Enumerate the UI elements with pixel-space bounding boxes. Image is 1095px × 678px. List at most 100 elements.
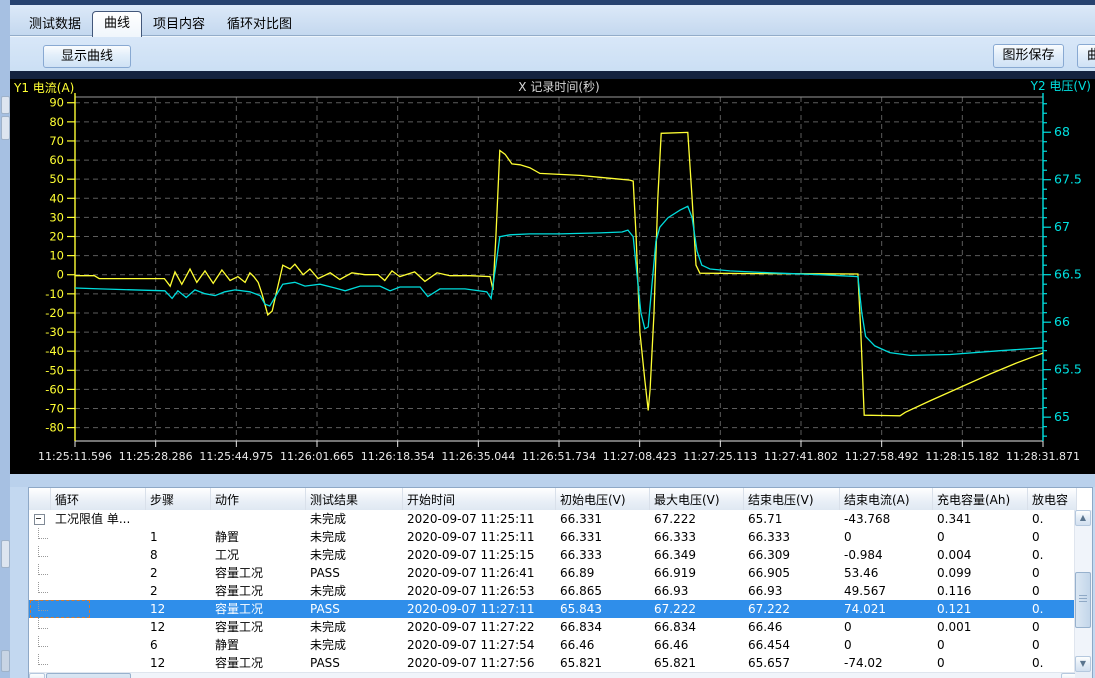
cell-i_end: 0	[840, 618, 933, 636]
column-header-5[interactable]: 开始时间	[403, 488, 556, 510]
column-header-6[interactable]: 初始电压(V)	[556, 488, 650, 510]
cell-chg: 0.121	[933, 600, 1028, 618]
x-axis-title: X 记录时间(秒)	[518, 80, 599, 94]
horizontal-scrollbar-thumb[interactable]	[46, 673, 131, 678]
tree-branch-line	[38, 600, 48, 611]
column-header-9[interactable]: 结束电流(A)	[840, 488, 933, 510]
cell-dis: 0	[1028, 564, 1077, 582]
y1-tick-label: 80	[49, 115, 64, 129]
y2-tick-label: 65	[1054, 409, 1070, 424]
y2-tick-label: 66.5	[1054, 267, 1082, 282]
tree-gutter	[29, 546, 51, 564]
x-tick-label: 11:26:35.044	[441, 450, 515, 463]
scroll-up-button[interactable]: ▲	[1075, 510, 1091, 526]
clipped-curve-button[interactable]: 曲	[1077, 44, 1095, 68]
cell-i_end: 74.021	[840, 600, 933, 618]
column-header-7[interactable]: 最大电压(V)	[650, 488, 744, 510]
cell-v_init: 66.333	[556, 546, 650, 564]
cell-i_end: -74.02	[840, 654, 933, 672]
tab-3[interactable]: 项目内容	[142, 13, 216, 37]
background-widget-fragment	[1, 540, 10, 568]
results-table: 循环步骤动作测试结果开始时间初始电压(V)最大电压(V)结束电压(V)结束电流(…	[28, 487, 1093, 678]
tree-collapse-box[interactable]	[34, 514, 45, 525]
tree-branch-line	[38, 618, 48, 629]
cell-i_end: 0	[840, 528, 933, 546]
cell-start: 2020-09-07 11:25:11	[403, 528, 556, 546]
cell-cycle	[51, 528, 146, 546]
cell-v_max: 67.222	[650, 510, 744, 528]
table-row[interactable]: 1静置未完成2020-09-07 11:25:1166.33166.33366.…	[29, 528, 1077, 546]
y1-tick-label: -60	[45, 382, 64, 396]
cell-v_init: 65.821	[556, 654, 650, 672]
cell-action: 容量工况	[211, 582, 306, 600]
cell-chg: 0	[933, 528, 1028, 546]
cell-v_end: 66.333	[744, 528, 840, 546]
cell-dis: 0.	[1028, 654, 1077, 672]
table-row[interactable]: 6静置未完成2020-09-07 11:27:5466.4666.4666.45…	[29, 636, 1077, 654]
tab-2[interactable]: 曲线	[92, 11, 142, 37]
column-header-11[interactable]: 放电容	[1028, 488, 1077, 510]
scrollbar-corner	[1075, 672, 1092, 678]
cell-action: 容量工况	[211, 654, 306, 672]
header-gutter	[29, 488, 51, 510]
chart-table-splitter[interactable]	[10, 474, 1095, 487]
cell-chg: 0	[933, 636, 1028, 654]
column-header-1[interactable]: 循环	[51, 488, 146, 510]
y2-tick-label: 68	[1054, 124, 1070, 139]
table-row[interactable]: 工况限值 单...未完成2020-09-07 11:25:1166.33167.…	[29, 510, 1077, 528]
tree-branch-line	[38, 528, 48, 539]
cell-step: 6	[146, 636, 211, 654]
tree-gutter	[29, 600, 51, 618]
cell-v_init: 66.331	[556, 510, 650, 528]
chart-canvas: 9080706050403020100-10-20-30-40-50-60-70…	[10, 79, 1095, 474]
y1-tick-label: 20	[49, 230, 64, 244]
column-header-3[interactable]: 动作	[211, 488, 306, 510]
cell-step: 8	[146, 546, 211, 564]
scroll-down-button[interactable]: ▼	[1075, 656, 1091, 672]
cell-v_init: 66.331	[556, 528, 650, 546]
table-row[interactable]: 12容量工况PASS2020-09-07 11:27:1165.84367.22…	[29, 600, 1077, 618]
cell-step: 2	[146, 582, 211, 600]
cell-cycle	[51, 582, 146, 600]
column-header-10[interactable]: 充电容量(Ah)	[933, 488, 1028, 510]
cell-chg: 0.004	[933, 546, 1028, 564]
cell-v_init: 66.46	[556, 636, 650, 654]
y1-tick-label: 50	[49, 172, 64, 186]
column-header-2[interactable]: 步骤	[146, 488, 211, 510]
panel-separator	[10, 71, 1095, 79]
x-tick-label: 11:25:44.975	[199, 450, 273, 463]
y1-axis-title: Y1 电流(A)	[13, 81, 74, 95]
table-row[interactable]: 12容量工况未完成2020-09-07 11:27:2266.83466.834…	[29, 618, 1077, 636]
table-row[interactable]: 2容量工况未完成2020-09-07 11:26:5366.86566.9366…	[29, 582, 1077, 600]
table-row[interactable]: 2容量工况PASS2020-09-07 11:26:4166.8966.9196…	[29, 564, 1077, 582]
x-tick-label: 11:27:25.113	[683, 450, 757, 463]
column-header-4[interactable]: 测试结果	[306, 488, 403, 510]
table-row[interactable]: 8工况未完成2020-09-07 11:25:1566.33366.34966.…	[29, 546, 1077, 564]
cell-dis: 0	[1028, 528, 1077, 546]
y1-tick-label: -30	[45, 325, 64, 339]
tab-4[interactable]: 循环对比图	[216, 13, 303, 37]
background-widget-fragment	[1, 116, 10, 140]
y2-axis-title: Y2 电压(V)	[1030, 79, 1091, 93]
tab-bar: 测试数据曲线项目内容循环对比图	[10, 5, 1095, 36]
table-row[interactable]: 12容量工况PASS2020-09-07 11:27:5665.82165.82…	[29, 654, 1077, 672]
cell-v_end: 66.905	[744, 564, 840, 582]
x-tick-label: 11:25:11.596	[38, 450, 112, 463]
y2-tick-label: 66	[1054, 314, 1070, 329]
cell-action: 静置	[211, 636, 306, 654]
x-tick-label: 11:26:51.734	[522, 450, 596, 463]
tab-1[interactable]: 测试数据	[18, 13, 92, 37]
vertical-scrollbar-thumb[interactable]	[1075, 572, 1091, 628]
cell-result: 未完成	[306, 618, 403, 636]
tree-branch-line	[38, 654, 48, 665]
column-header-8[interactable]: 结束电压(V)	[744, 488, 840, 510]
app-screen: 测试数据曲线项目内容循环对比图 显示曲线 图形保存 曲 908070605040…	[0, 0, 1095, 678]
x-tick-label: 11:27:08.423	[603, 450, 677, 463]
y2-tick-label: 67.5	[1054, 172, 1082, 187]
cell-v_init: 66.865	[556, 582, 650, 600]
cell-v_init: 66.834	[556, 618, 650, 636]
horizontal-scrollbar: ◄ ►	[29, 672, 1077, 678]
scroll-left-button[interactable]: ◄	[29, 673, 45, 678]
save-graphic-button[interactable]: 图形保存	[993, 44, 1064, 68]
show-curve-button[interactable]: 显示曲线	[43, 45, 131, 68]
